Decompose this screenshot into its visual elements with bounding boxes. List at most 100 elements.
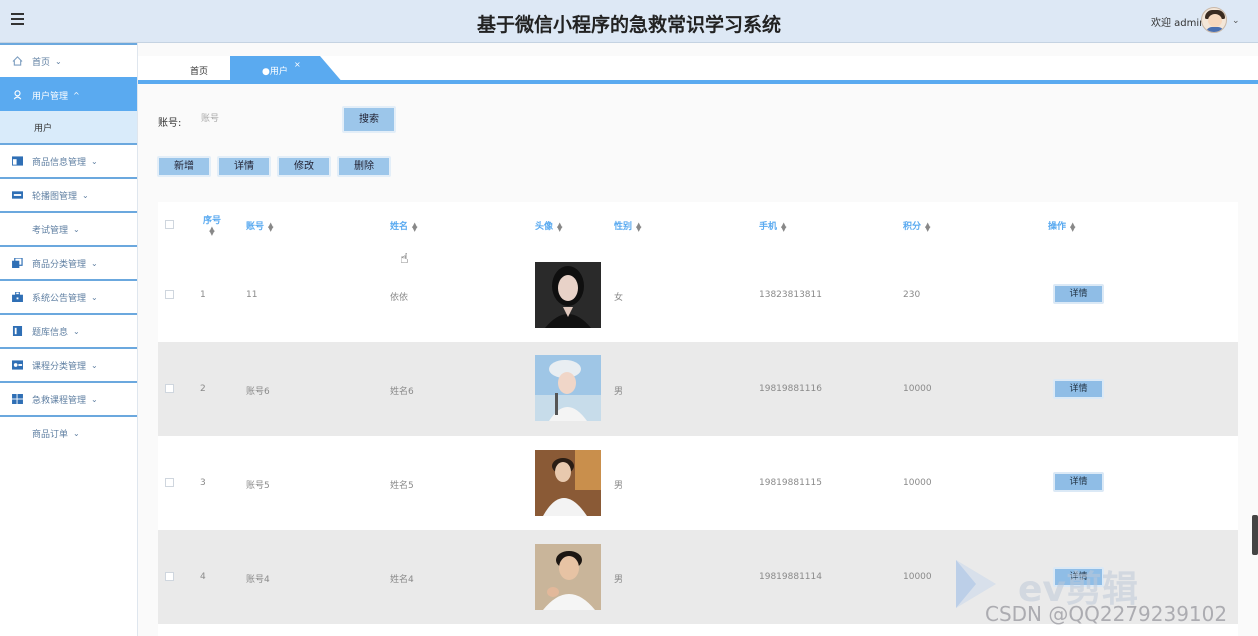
top-header: 基于微信小程序的急救常识学习系统 欢迎 admin ⌄ xyxy=(0,0,1258,43)
carousel-icon xyxy=(12,191,23,199)
cell-account: 账号5 xyxy=(246,481,270,491)
chevron-down-icon: ⌄ xyxy=(82,190,89,200)
sidebar-item-first-aid-course[interactable]: 急救课程管理 ⌄ xyxy=(0,381,137,415)
cell-no: 3 xyxy=(200,478,206,488)
column-header-account[interactable]: 账号 ▲ ▼ xyxy=(246,219,273,232)
chevron-down-icon: ⌄ xyxy=(91,394,98,404)
sidebar-item-user-management[interactable]: 用户管理 ^ xyxy=(0,77,137,111)
add-button[interactable]: 新增 xyxy=(157,156,211,177)
chevron-up-icon: ^ xyxy=(73,90,80,100)
row-detail-button[interactable]: 详情 xyxy=(1053,379,1104,399)
sidebar-subitem-user[interactable]: 用户 xyxy=(0,111,137,143)
chevron-down-icon: ⌄ xyxy=(55,56,62,66)
cell-name: 依依 xyxy=(390,293,409,303)
welcome-text: 欢迎 admin xyxy=(1151,18,1206,29)
sidebar-item-course-category[interactable]: 课程分类管理 ⌄ xyxy=(0,347,137,381)
avatar[interactable] xyxy=(1201,7,1227,33)
sidebar-item-exam[interactable]: 考试管理 ⌄ xyxy=(0,211,137,245)
row-detail-button[interactable]: 详情 xyxy=(1053,284,1104,304)
user-icon xyxy=(13,90,22,100)
main-content: 首页 ●用户 × 账号: 搜索 新增 详情 修改 删除 序号▲▼ 账号▲▼ 姓名… xyxy=(138,43,1258,636)
table-row[interactable]: 1 11 依依 女 13823813811 230 详情 xyxy=(158,248,1238,342)
cell-points: 10000 xyxy=(903,384,932,394)
sidebar-item-carousel[interactable]: 轮播图管理 ⌄ xyxy=(0,177,137,211)
search-label: 账号: xyxy=(158,118,182,129)
chevron-down-icon: ⌄ xyxy=(91,156,98,166)
column-header-points[interactable]: 积分 ▲ ▼ xyxy=(903,219,930,232)
sidebar-item-label: 轮播图管理 xyxy=(32,191,78,202)
sidebar-item-label: 商品分类管理 xyxy=(32,259,87,270)
sort-icon: ▲ ▼ xyxy=(268,220,274,233)
cell-gender: 女 xyxy=(614,293,624,303)
select-all-checkbox[interactable] xyxy=(165,220,174,229)
column-header-name[interactable]: 姓名 ▲ ▼ xyxy=(390,219,417,232)
avatar-image xyxy=(535,450,601,516)
row-checkbox[interactable] xyxy=(165,384,174,393)
sidebar-item-label: 商品信息管理 xyxy=(32,157,87,168)
cell-account: 账号4 xyxy=(246,575,270,585)
sort-icon: ▲ ▼ xyxy=(412,220,418,233)
sidebar-item-label: 课程分类管理 xyxy=(32,361,87,372)
chevron-down-icon: ⌄ xyxy=(91,292,98,302)
cell-name: 姓名4 xyxy=(390,575,414,585)
cell-phone: 19819881115 xyxy=(759,478,822,488)
watermark-credit: CSDN @QQ2279239102 xyxy=(985,602,1228,626)
column-header-avatar[interactable]: 头像 ▲ ▼ xyxy=(535,219,562,232)
home-icon xyxy=(12,56,23,66)
cell-name: 姓名5 xyxy=(390,481,414,491)
cell-no: 1 xyxy=(200,290,206,300)
search-input[interactable] xyxy=(195,107,335,131)
tab-bar: 首页 ●用户 × xyxy=(138,56,1258,84)
row-detail-button[interactable]: 详情 xyxy=(1053,472,1104,492)
chevron-down-icon: ⌄ xyxy=(91,258,98,268)
sort-icon: ▲ ▼ xyxy=(1070,220,1076,233)
copy-icon xyxy=(12,258,23,268)
row-checkbox[interactable] xyxy=(165,290,174,299)
avatar-image xyxy=(535,544,601,610)
sidebar: 首页 ⌄ 用户管理 ^ 用户 商品信息管理 ⌄ 轮播图管理 ⌄ 考试管理 ⌄ 商品分类管理… xyxy=(0,43,138,636)
delete-button[interactable]: 删除 xyxy=(337,156,391,177)
column-header-action[interactable]: 操作 ▲ ▼ xyxy=(1048,219,1075,232)
chevron-down-icon: ⌄ xyxy=(91,360,98,370)
sidebar-item-product-category[interactable]: 商品分类管理 ⌄ xyxy=(0,245,137,279)
table-icon xyxy=(12,156,23,166)
sidebar-item-question-bank[interactable]: 题库信息 ⌄ xyxy=(0,313,137,347)
cell-phone: 19819881114 xyxy=(759,572,822,582)
table-row[interactable]: 3 账号5 姓名5 男 19819881115 10000 详情 xyxy=(158,436,1238,530)
sidebar-item-label: 急救课程管理 xyxy=(32,395,87,406)
card-icon xyxy=(12,360,23,370)
sidebar-item-product-info[interactable]: 商品信息管理 ⌄ xyxy=(0,143,137,177)
sidebar-item-home[interactable]: 首页 ⌄ xyxy=(0,43,137,77)
row-checkbox[interactable] xyxy=(165,478,174,487)
sidebar-item-announcement[interactable]: 系统公告管理 ⌄ xyxy=(0,279,137,313)
tab-home[interactable]: 首页 xyxy=(190,64,208,77)
column-header-no[interactable]: 序号 ▲ ▼ xyxy=(200,213,224,236)
cell-points: 10000 xyxy=(903,478,932,488)
tab-user[interactable]: ●用户 × xyxy=(230,56,344,84)
chevron-down-icon: ⌄ xyxy=(73,428,80,438)
sidebar-item-label: 题库信息 xyxy=(32,327,69,338)
sort-icon: ▲ ▼ xyxy=(636,220,642,233)
chevron-down-icon[interactable]: ⌄ xyxy=(1232,16,1240,26)
sort-icon: ▲ ▼ xyxy=(925,220,931,233)
cell-account: 账号6 xyxy=(246,387,270,397)
table-header: 序号 ▲ ▼ 账号 ▲ ▼ 姓名 ▲ ▼ 头像 ▲ ▼ 性别 ▲ ▼ 手机 ▲ ▼ 积分 ▲ ▼ 操作 ▲ ▼ xyxy=(158,202,1238,248)
hand-cursor-icon: ☝ xyxy=(400,251,409,267)
row-checkbox[interactable] xyxy=(165,572,174,581)
cell-gender: 男 xyxy=(614,387,624,397)
scrollbar-handle[interactable] xyxy=(1252,515,1258,555)
close-icon[interactable]: × xyxy=(294,60,301,69)
search-button[interactable]: 搜索 xyxy=(342,106,396,133)
briefcase-icon xyxy=(12,292,23,302)
detail-button[interactable]: 详情 xyxy=(217,156,271,177)
cell-phone: 13823813811 xyxy=(759,290,822,300)
sidebar-item-label: 商品订单 xyxy=(32,429,69,440)
sidebar-item-orders[interactable]: 商品订单 ⌄ xyxy=(0,415,137,449)
table-row[interactable]: 2 账号6 姓名6 男 19819881116 10000 详情 xyxy=(158,342,1238,436)
edit-button[interactable]: 修改 xyxy=(277,156,331,177)
column-header-phone[interactable]: 手机 ▲ ▼ xyxy=(759,219,786,232)
column-header-gender[interactable]: 性别 ▲ ▼ xyxy=(614,219,641,232)
grid-icon xyxy=(12,394,23,404)
cell-name: 姓名6 xyxy=(390,387,414,397)
cell-no: 4 xyxy=(200,572,206,582)
